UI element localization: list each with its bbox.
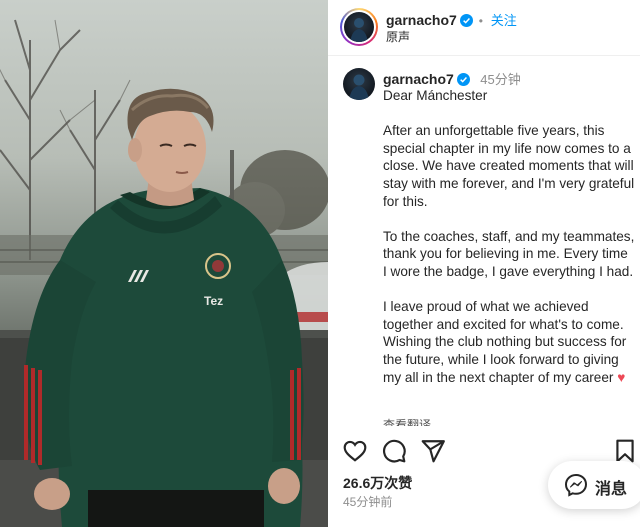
post-timestamp[interactable]: 45分钟前 [343,493,392,510]
post-photo[interactable]: Tez [0,0,328,527]
messenger-icon [564,473,588,497]
caption-username[interactable]: garnacho7 [383,71,454,87]
caption-user-line: garnacho7 45分钟 [383,69,521,89]
caption-text: Dear Mánchester After an unforgettable f… [383,87,635,404]
caption-greeting: Dear Mánchester [383,88,488,103]
post-caption: garnacho7 45分钟 Dear Mánchester After an … [328,56,640,426]
comment-icon[interactable] [381,438,407,464]
see-translation-link[interactable]: 查看翻译 [383,416,431,426]
post-panel: garnacho7 • 关注 原声 garnacho7 45分钟 Dear Má… [328,0,640,527]
avatar [344,12,374,42]
like-count[interactable]: 26.6万次赞 [343,473,412,493]
messages-label: 消息 [595,481,628,498]
story-avatar-ring[interactable] [340,8,378,46]
verified-badge-icon [459,14,473,27]
red-heart-emoji: ♥ [617,369,626,385]
share-icon[interactable] [420,438,446,464]
original-audio-link[interactable]: 原声 [386,28,410,45]
header-user-line: garnacho7 • 关注 [386,10,517,29]
follow-button[interactable]: 关注 [491,13,517,28]
caption-time: 45分钟 [480,72,521,87]
header-separator: • [478,14,483,28]
messages-button[interactable]: 消息 [548,461,640,509]
caption-paragraph: I leave proud of what we achieved togeth… [383,299,627,385]
avatar-figure [350,18,368,42]
caption-avatar-figure [349,74,369,100]
caption-paragraph: After an unforgettable five years, this … [383,123,635,209]
verified-badge-icon [456,73,470,86]
post-header: garnacho7 • 关注 原声 [328,0,640,56]
photo-illustration: Tez [0,19,328,527]
header-username[interactable]: garnacho7 [386,12,457,28]
caption-avatar[interactable] [343,68,375,100]
svg-text:Tez: Tez [204,294,223,308]
caption-paragraph: To the coaches, staff, and my teammates,… [383,228,635,279]
caption-paragraph-last: I leave proud of what we achieved togeth… [383,298,635,386]
heart-outline-icon[interactable] [342,438,368,464]
